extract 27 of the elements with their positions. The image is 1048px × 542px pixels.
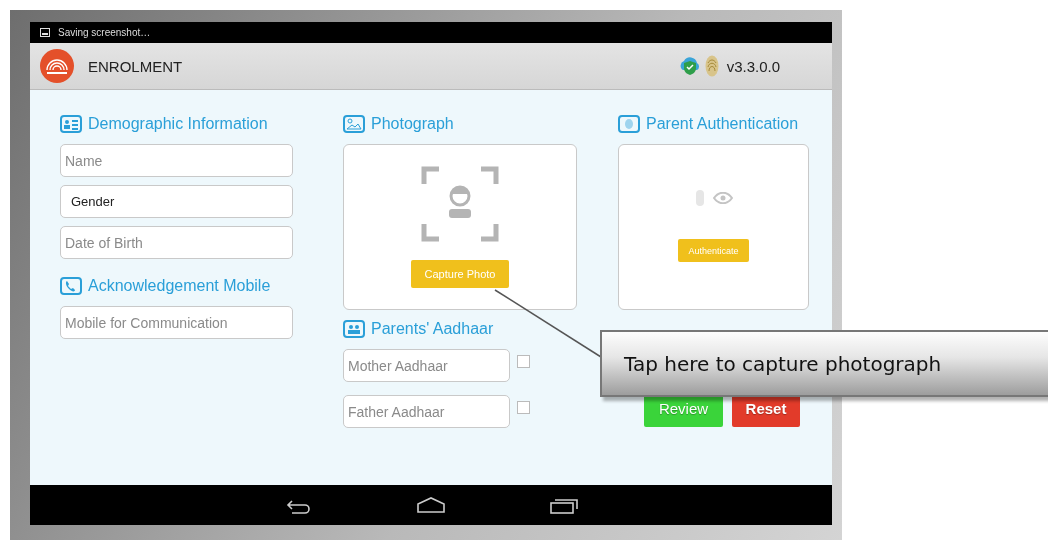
input-field[interactable]: Father Aadhaar [343, 395, 510, 428]
input-field[interactable]: Name [60, 144, 293, 177]
input-field[interactable]: Mobile for Communication [60, 306, 293, 339]
checkbox[interactable] [517, 355, 530, 368]
home-icon[interactable] [416, 496, 446, 514]
dropdown-field[interactable]: Gender [60, 185, 293, 218]
section-heading: Demographic Information [88, 115, 268, 133]
status-text: Saving screenshot… [58, 27, 151, 38]
section-heading: Acknowledgement Mobile [88, 277, 271, 295]
callout-tooltip: Tap here to capture photograph [600, 330, 1048, 397]
section-heading: Photograph [371, 115, 454, 133]
picture-icon [343, 115, 365, 133]
phone-icon [60, 277, 82, 295]
people-icon [343, 320, 365, 338]
input-field[interactable]: Date of Birth [60, 226, 293, 259]
id-card-icon [60, 115, 82, 133]
version-label: v3.3.0.0 [726, 57, 780, 75]
recent-apps-icon[interactable] [549, 496, 579, 514]
eye-icon [712, 192, 733, 204]
input-field[interactable]: Mother Aadhaar [343, 349, 510, 382]
fingerprint-sun-logo [40, 49, 74, 83]
image-icon [40, 28, 50, 37]
section-heading: Parent Authentication [646, 115, 799, 133]
app-title: ENROLMENT [88, 57, 183, 75]
checkbox[interactable] [517, 401, 530, 414]
person-frame-icon [421, 166, 499, 242]
section-heading: Parents' Aadhaar [371, 320, 494, 338]
